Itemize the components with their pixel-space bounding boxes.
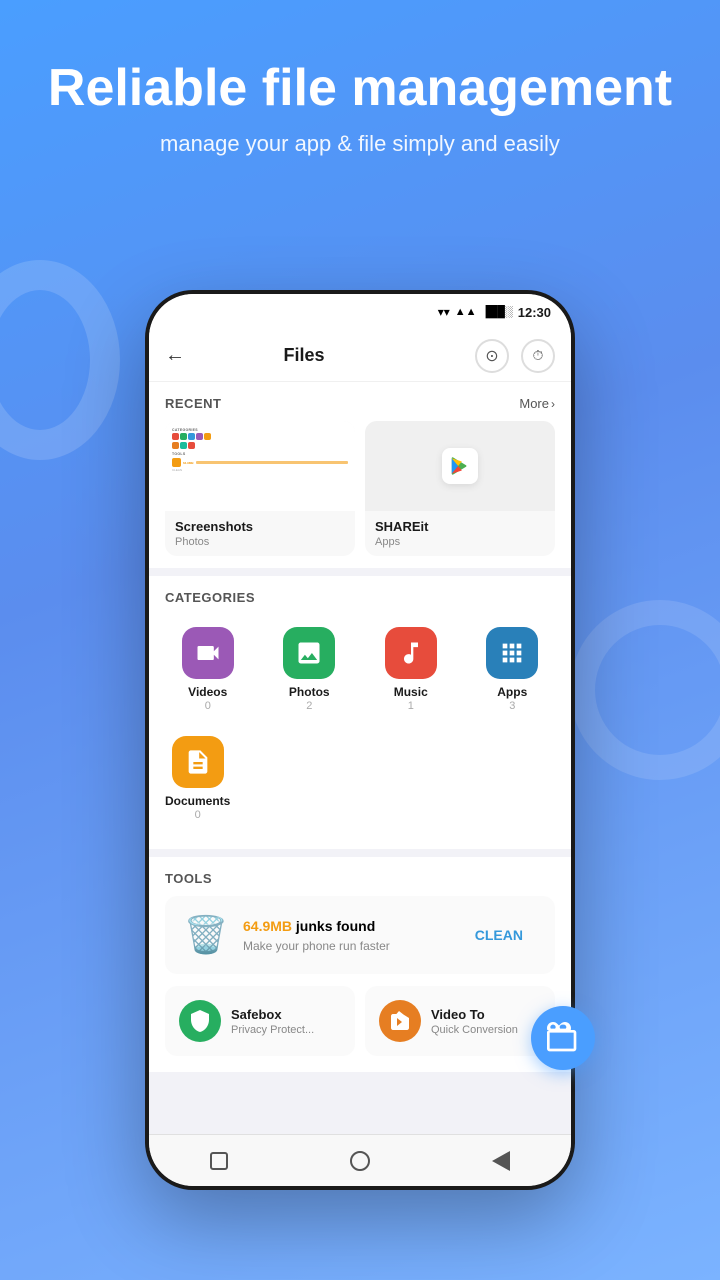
nav-bar [149,1134,571,1186]
apps-icon [486,627,538,679]
videoto-text: Video To Quick Conversion [431,1007,518,1036]
recent-header: RECENT More › [149,382,571,421]
nav-back-icon [492,1151,510,1171]
shareit-name: SHAREit [375,519,545,534]
safebox-text: Safebox Privacy Protect... [231,1007,314,1036]
screenshots-name: Screenshots [175,519,345,534]
videos-icon [182,627,234,679]
phone-screen: ▾▾ ▲▲ ▐██░ 12:30 ← Files ⊙ ⏱ RECENT Mo [149,294,571,1186]
junk-title: 64.9MB junks found [243,918,447,936]
sub-title: manage your app & file simply and easily [40,129,680,160]
nav-home-icon [350,1151,370,1171]
videoto-name: Video To [431,1007,518,1022]
documents-count: 0 [195,809,201,821]
tools-title: TOOLS [165,871,212,886]
recent-title: RECENT [165,396,221,411]
categories-section: CATEGORIES Videos 0 [149,576,571,849]
photos-count: 2 [306,700,312,712]
safebox-name: Safebox [231,1007,314,1022]
junk-size: 64.9MB [243,918,292,934]
categories-title: CATEGORIES [165,590,255,605]
status-icons: ▾▾ ▲▲ ▐██░ 12:30 [438,305,551,320]
photos-icon [283,627,335,679]
status-bar: ▾▾ ▲▲ ▐██░ 12:30 [149,294,571,330]
top-bar: ← Files ⊙ ⏱ [149,330,571,382]
shareit-type: Apps [375,536,545,548]
battery-icon: ▐██░ [482,306,513,318]
scroll-content[interactable]: RECENT More › CATEGORIES [149,382,571,1134]
header-section: Reliable file management manage your app… [0,0,720,180]
videos-label: Videos [188,685,227,699]
category-apps[interactable]: Apps 3 [462,615,564,724]
tools-grid: Safebox Privacy Protect... Video To Q [149,986,571,1056]
screenshots-thumb: CATEGORIES [165,421,355,511]
categories-grid: Videos 0 Photos 2 [149,615,571,724]
bg-decoration-right [570,600,720,780]
download-button[interactable]: ⊙ [475,339,509,373]
junk-icon: 🗑️ [181,910,231,960]
junk-card: 🗑️ 64.9MB junks found Make your phone ru… [165,896,555,974]
junk-desc: Make your phone run faster [243,939,447,953]
screenshots-type: Photos [175,536,345,548]
apps-label: Apps [497,685,527,699]
category-videos[interactable]: Videos 0 [157,615,259,724]
videoto-icon [379,1000,421,1042]
clean-button[interactable]: CLEAN [459,919,539,951]
phone-mockup: ▾▾ ▲▲ ▐██░ 12:30 ← Files ⊙ ⏱ RECENT Mo [145,290,575,1190]
back-button[interactable]: ← [165,340,193,371]
categories-row2: Documents 0 [149,724,571,833]
nav-home-button[interactable] [342,1143,378,1179]
videoto-desc: Quick Conversion [431,1024,518,1036]
nav-back-button[interactable] [483,1143,519,1179]
recent-section: RECENT More › CATEGORIES [149,382,571,568]
tool-videoto[interactable]: Video To Quick Conversion [365,986,555,1056]
apps-count: 3 [509,700,515,712]
music-icon [385,627,437,679]
top-actions: ⊙ ⏱ [475,339,555,373]
screenshots-info: Screenshots Photos [165,511,355,556]
shareit-info: SHAREit Apps [365,511,555,556]
status-time: 12:30 [518,305,551,320]
documents-label: Documents [165,794,230,808]
recent-item-screenshots[interactable]: CATEGORIES [165,421,355,556]
videos-count: 0 [205,700,211,712]
safebox-desc: Privacy Protect... [231,1024,314,1036]
tool-safebox[interactable]: Safebox Privacy Protect... [165,986,355,1056]
categories-header: CATEGORIES [149,576,571,615]
music-label: Music [394,685,428,699]
recent-more-link[interactable]: More › [519,396,555,411]
history-button[interactable]: ⏱ [521,339,555,373]
category-documents[interactable]: Documents 0 [157,724,238,833]
recent-item-shareit[interactable]: SHAREit Apps [365,421,555,556]
category-photos[interactable]: Photos 2 [259,615,361,724]
page-title: Files [193,345,415,366]
safebox-icon [179,1000,221,1042]
category-music[interactable]: Music 1 [360,615,462,724]
play-store-logo [442,448,478,484]
fab-button[interactable] [531,1006,595,1070]
play-store-icon [449,455,471,477]
tools-header: TOOLS [149,857,571,896]
music-count: 1 [408,700,414,712]
tools-section: TOOLS 🗑️ 64.9MB junks found Make your ph… [149,857,571,1072]
photos-label: Photos [289,685,330,699]
signal-icon: ▲▲ [455,306,477,318]
main-title: Reliable file management [40,60,680,117]
wifi-icon: ▾▾ [438,305,450,319]
more-chevron-icon: › [551,397,555,411]
nav-recents-button[interactable] [201,1143,237,1179]
bg-decoration-left [0,260,120,460]
junk-text: 64.9MB junks found Make your phone run f… [243,918,447,953]
documents-icon [172,736,224,788]
nav-square-icon [210,1152,228,1170]
shareit-thumb [365,421,555,511]
recent-grid: CATEGORIES [149,421,571,556]
